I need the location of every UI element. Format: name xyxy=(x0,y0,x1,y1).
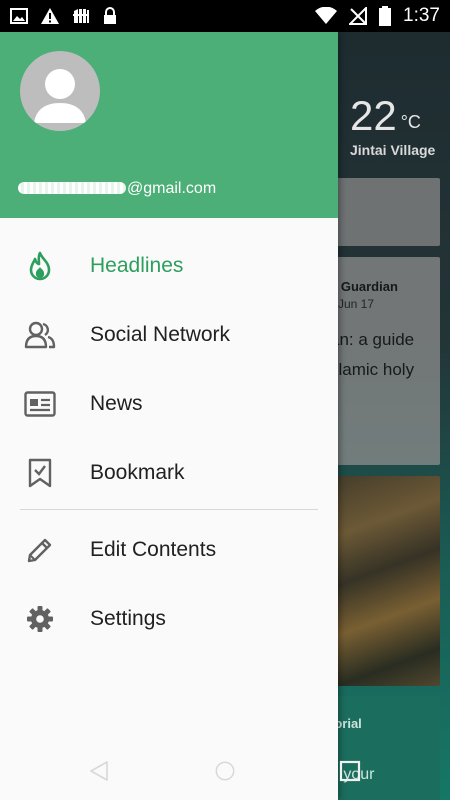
account-email: @gmail.com xyxy=(18,180,216,198)
card-source: e Guardian xyxy=(330,279,398,294)
gear-icon xyxy=(24,603,56,635)
bookmark-check-icon xyxy=(24,457,56,489)
avatar[interactable] xyxy=(20,51,100,131)
temperature: 22 xyxy=(350,92,397,139)
card-headline-line: slamic holy xyxy=(330,360,415,379)
news-card: e Guardian Jun 17 an: a guide slamic hol… xyxy=(330,257,440,465)
menu-item-edit-contents[interactable]: Edit Contents xyxy=(0,515,338,584)
warning-icon xyxy=(40,7,60,25)
recents-icon[interactable] xyxy=(339,760,361,787)
back-icon[interactable] xyxy=(88,760,110,787)
home-icon[interactable] xyxy=(213,760,237,787)
card-headline-line: an: a guide xyxy=(330,330,415,349)
person-icon xyxy=(34,69,86,123)
people-icon xyxy=(24,319,56,351)
newspaper-icon xyxy=(24,388,56,420)
battery-icon xyxy=(379,6,392,26)
menu-divider xyxy=(20,509,318,510)
menu-item-label: Social Network xyxy=(90,322,231,346)
pencil-icon xyxy=(24,534,56,566)
location: Jintai Village xyxy=(350,142,436,158)
lock-icon xyxy=(102,7,118,25)
menu-item-label: News xyxy=(90,391,143,415)
menu-item-label: Settings xyxy=(90,606,166,630)
menu-item-news[interactable]: News xyxy=(0,369,338,438)
clock: 1:37 xyxy=(403,5,440,26)
drawer-header: @gmail.com xyxy=(0,32,338,218)
temperature-unit: °C xyxy=(400,112,421,132)
menu-item-label: Bookmark xyxy=(90,460,185,484)
card-date: Jun 17 xyxy=(338,297,375,311)
menu-item-settings[interactable]: Settings xyxy=(0,584,338,653)
menu-item-label: Headlines xyxy=(90,253,184,277)
weather-widget: 22 °C Jintai Village xyxy=(350,92,445,158)
menu-item-bookmark[interactable]: Bookmark xyxy=(0,438,338,507)
navigation-drawer: @gmail.com Headlines Social Network News xyxy=(0,32,338,800)
status-bar: 1:37 xyxy=(0,0,450,32)
news-card-image xyxy=(330,476,440,686)
email-domain: @gmail.com xyxy=(127,180,217,197)
system-nav-bar xyxy=(0,740,450,800)
image-icon xyxy=(10,8,28,24)
menu-item-label: Edit Contents xyxy=(90,537,217,561)
card-headline: an: a guide slamic holy xyxy=(330,325,414,385)
drawer-menu: Headlines Social Network News Bookmark E… xyxy=(0,231,338,653)
flame-icon xyxy=(24,250,56,282)
menu-item-headlines[interactable]: Headlines xyxy=(0,231,338,300)
no-signal-icon xyxy=(349,7,368,25)
sim-icon xyxy=(72,8,90,24)
news-card xyxy=(330,178,440,246)
menu-item-social-network[interactable]: Social Network xyxy=(0,300,338,369)
wifi-icon xyxy=(315,7,338,25)
email-redaction xyxy=(18,182,126,194)
